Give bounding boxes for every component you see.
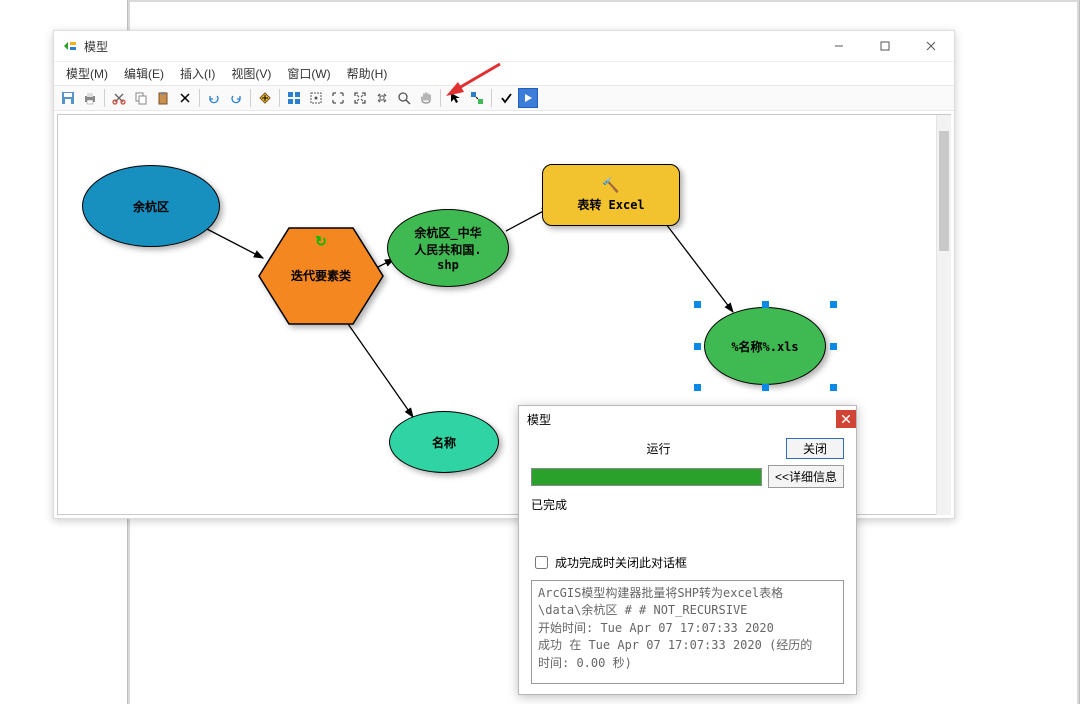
menu-window[interactable]: 窗口(W) [279, 63, 338, 84]
close-on-complete-checkbox-input[interactable] [535, 556, 548, 569]
node-output-ellipse[interactable]: %名称%.xls [704, 307, 826, 385]
progress-bar [531, 468, 762, 486]
toolbar-separator [440, 89, 441, 107]
node-name-ellipse[interactable]: 名称 [389, 411, 499, 473]
redo-icon[interactable] [226, 88, 246, 108]
log-output[interactable]: ArcGIS模型构建器批量将SHP转为excel表格 \data\余杭区 # #… [531, 580, 844, 684]
dialog-body: 运行 关闭 <<详细信息 已完成 成功完成时关闭此对话框 ArcGIS模型构建器… [519, 432, 856, 694]
fixed-zoom-out-icon[interactable] [372, 88, 392, 108]
select-icon[interactable] [445, 88, 465, 108]
vertical-scrollbar[interactable] [936, 115, 951, 515]
dialog-close-action-button[interactable]: 关闭 [786, 438, 844, 459]
connect-icon[interactable] [467, 88, 487, 108]
app-icon [62, 38, 78, 54]
selection-handle[interactable] [762, 384, 769, 391]
menu-help[interactable]: 帮助(H) [339, 63, 396, 84]
node-input-label: 余杭区 [133, 198, 169, 215]
print-icon[interactable] [80, 88, 100, 108]
dialog-titlebar[interactable]: 模型 [519, 406, 856, 432]
node-output-label: %名称%.xls [731, 338, 798, 355]
zoom-in-icon[interactable] [328, 88, 348, 108]
run-icon[interactable] [518, 88, 538, 108]
undo-icon[interactable] [204, 88, 224, 108]
titlebar: 模型 [54, 31, 954, 61]
selection-handle[interactable] [830, 384, 837, 391]
hammer-icon: 🔨 [602, 178, 619, 194]
scrollbar-thumb[interactable] [939, 131, 949, 251]
maximize-button[interactable] [862, 31, 908, 61]
add-data-icon[interactable] [255, 88, 275, 108]
copy-icon[interactable] [131, 88, 151, 108]
save-icon[interactable] [58, 88, 78, 108]
menu-insert[interactable]: 插入(I) [172, 63, 223, 84]
node-tool-label: 表转 Excel [577, 196, 644, 213]
menubar: 模型(M) 编辑(E) 插入(I) 视图(V) 窗口(W) 帮助(H) [54, 61, 954, 85]
node-tool-rect[interactable]: 🔨 表转 Excel [542, 164, 680, 226]
node-input-ellipse[interactable]: 余杭区 [82, 165, 220, 247]
close-on-complete-checkbox[interactable]: 成功完成时关闭此对话框 [531, 553, 844, 572]
selection-handle[interactable] [830, 343, 837, 350]
menu-edit[interactable]: 编辑(E) [116, 63, 172, 84]
node-iterator-hexagon[interactable]: ↻ 迭代要素类 [257, 223, 385, 334]
fixed-zoom-in-icon[interactable] [350, 88, 370, 108]
toolbar-separator [250, 89, 251, 107]
minimize-button[interactable] [816, 31, 862, 61]
node-name-label: 名称 [432, 434, 456, 451]
auto-layout-icon[interactable] [284, 88, 304, 108]
selection-handle[interactable] [694, 343, 701, 350]
close-button[interactable] [908, 31, 954, 61]
close-on-complete-label: 成功完成时关闭此对话框 [555, 554, 687, 571]
selection-handle[interactable] [694, 301, 701, 308]
toolbar-separator [491, 89, 492, 107]
cut-icon[interactable] [109, 88, 129, 108]
run-label: 运行 [531, 440, 786, 457]
dialog-close-button[interactable] [836, 410, 856, 428]
toolbar-separator [104, 89, 105, 107]
details-toggle-button[interactable]: <<详细信息 [768, 465, 844, 488]
dialog-title: 模型 [527, 411, 551, 428]
toolbar [54, 85, 954, 111]
zoom-icon[interactable] [394, 88, 414, 108]
toolbar-separator [199, 89, 200, 107]
selection-handle[interactable] [694, 384, 701, 391]
selection-handle[interactable] [762, 301, 769, 308]
menu-model[interactable]: 模型(M) [58, 63, 116, 84]
selection-handle[interactable] [830, 301, 837, 308]
validate-icon[interactable] [496, 88, 516, 108]
node-feature-ellipse[interactable]: 余杭区_中华 人民共和国. shp [387, 209, 509, 287]
delete-icon[interactable] [175, 88, 195, 108]
menu-view[interactable]: 视图(V) [223, 63, 279, 84]
run-progress-dialog: 模型 运行 关闭 <<详细信息 已完成 成功完成时关闭此对话框 ArcGIS模型… [518, 405, 857, 695]
full-extent-icon[interactable] [306, 88, 326, 108]
loop-icon: ↻ [315, 233, 327, 250]
window-title: 模型 [84, 38, 108, 55]
status-text: 已完成 [531, 496, 844, 513]
node-feature-label: 余杭区_中华 人民共和国. shp [414, 224, 481, 272]
paste-icon[interactable] [153, 88, 173, 108]
pan-icon[interactable] [416, 88, 436, 108]
node-iterator-label: 迭代要素类 [257, 267, 385, 284]
window-controls [816, 31, 954, 61]
toolbar-separator [279, 89, 280, 107]
